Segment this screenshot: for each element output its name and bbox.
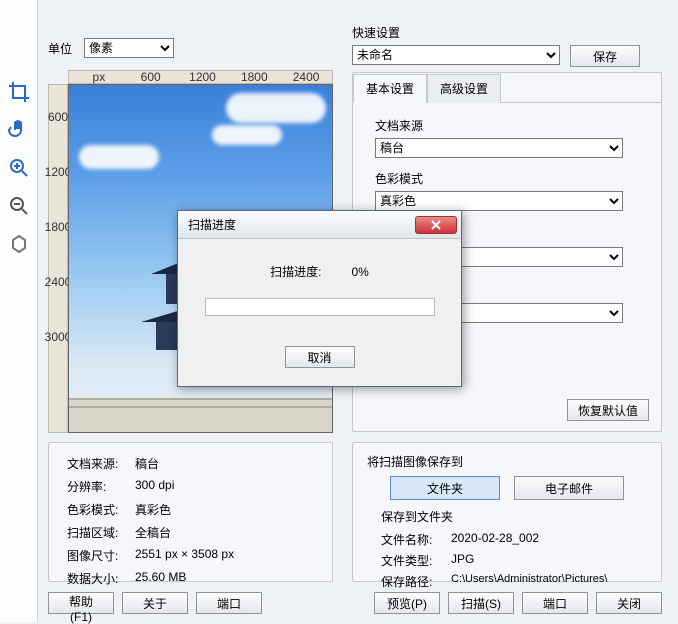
save-title: 将扫描图像保存到: [367, 453, 647, 470]
help-button[interactable]: 帮助(F1): [48, 592, 114, 614]
close-button[interactable]: 关闭: [596, 592, 662, 614]
hand-icon[interactable]: [7, 118, 31, 142]
save-folder-button[interactable]: 文件夹: [390, 476, 500, 500]
progress-value: 0%: [352, 265, 369, 279]
scan-button[interactable]: 扫描(S): [448, 592, 514, 614]
unit-label: 单位: [48, 40, 72, 57]
recycle-icon[interactable]: [7, 232, 31, 256]
zoom-in-icon[interactable]: [7, 156, 31, 180]
save-sub: 保存到文件夹: [381, 508, 647, 525]
save-panel: 将扫描图像保存到 文件夹 电子邮件 保存到文件夹 文件名称:2020-02-28…: [352, 442, 662, 582]
preview-button[interactable]: 预览(P): [374, 592, 440, 614]
restore-defaults-button[interactable]: 恢复默认值: [567, 399, 649, 421]
color-label: 色彩模式: [375, 170, 639, 187]
quick-select[interactable]: 未命名: [352, 45, 560, 65]
info-panel: 文档来源:稿台 分辨率:300 dpi 色彩模式:真彩色 扫描区域:全稿台 图像…: [48, 442, 333, 582]
ruler-vertical: 6001200180024003000: [48, 84, 68, 433]
bottom-toolbar: 帮助(F1) 关于 端口 预览(P) 扫描(S) 端口 关闭: [48, 592, 662, 614]
ruler-horizontal: px600120018002400: [68, 70, 333, 84]
port2-button[interactable]: 端口: [522, 592, 588, 614]
quick-label: 快速设置: [352, 24, 640, 41]
dialog-close-button[interactable]: [415, 216, 457, 234]
dialog-titlebar[interactable]: 扫描进度: [178, 211, 461, 239]
unit-select[interactable]: 像素: [84, 38, 174, 58]
save-email-button[interactable]: 电子邮件: [514, 476, 624, 500]
cancel-button[interactable]: 取消: [285, 346, 355, 368]
source-label: 文档来源: [375, 117, 639, 134]
progress-label: 扫描进度:: [270, 263, 321, 280]
close-icon: [431, 220, 441, 230]
port-button[interactable]: 端口: [196, 592, 262, 614]
unit-row: 单位 像素: [48, 38, 174, 58]
quick-settings: 快速设置 未命名 保存: [352, 24, 640, 67]
tab-basic[interactable]: 基本设置: [353, 74, 427, 103]
scan-progress-dialog: 扫描进度 扫描进度: 0% 取消: [177, 210, 462, 387]
vertical-toolbar: [0, 0, 38, 622]
settings-tabs: 基本设置 高级设置: [353, 73, 661, 103]
tab-advanced[interactable]: 高级设置: [427, 74, 501, 103]
source-select[interactable]: 稿台: [375, 138, 623, 158]
about-button[interactable]: 关于: [122, 592, 188, 614]
progress-bar: [205, 298, 435, 316]
dialog-title: 扫描进度: [188, 216, 236, 233]
color-select[interactable]: 真彩色: [375, 191, 623, 211]
zoom-out-icon[interactable]: [7, 194, 31, 218]
crop-icon[interactable]: [7, 80, 31, 104]
save-preset-button[interactable]: 保存: [570, 45, 640, 67]
